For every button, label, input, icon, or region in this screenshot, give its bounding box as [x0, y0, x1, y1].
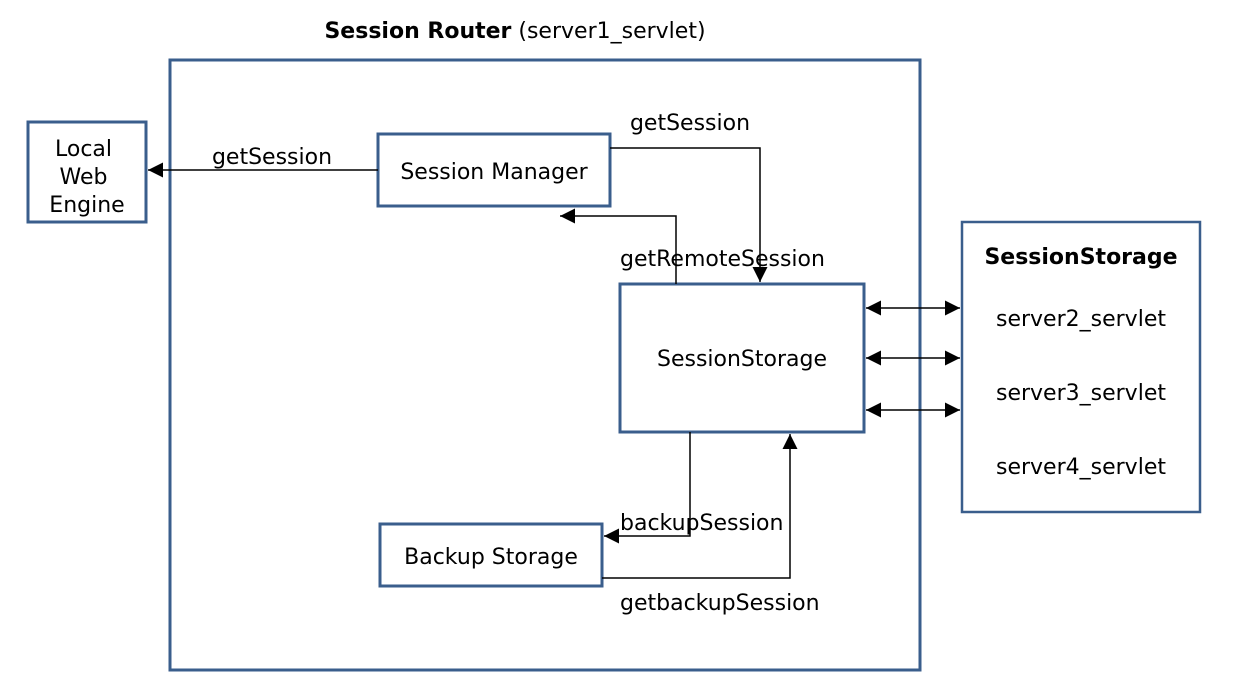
session-storage-outer-item-1: server3_servlet — [996, 381, 1166, 406]
diagram-title: Session Router (server1_servlet) — [324, 19, 705, 44]
edge-getbackupsession-label: getbackupSession — [620, 591, 820, 616]
backup-storage-label: Backup Storage — [404, 545, 578, 570]
edge-backupsession-label: backupSession — [620, 511, 783, 536]
session-storage-outer-title: SessionStorage — [984, 245, 1177, 270]
edge-getsession-left-label: getSession — [212, 145, 332, 170]
session-manager-label: Session Manager — [400, 160, 588, 185]
session-storage-outer-item-0: server2_servlet — [996, 307, 1166, 332]
architecture-diagram: Session Router (server1_servlet) Local W… — [0, 0, 1239, 696]
edge-getremotesession-label: getRemoteSession — [620, 247, 825, 272]
local-web-engine-label: Local Web Engine — [49, 137, 124, 218]
session-storage-outer-item-2: server4_servlet — [996, 455, 1166, 480]
edge-getsession-right-label: getSession — [630, 111, 750, 136]
session-storage-inner-label: SessionStorage — [657, 347, 827, 372]
